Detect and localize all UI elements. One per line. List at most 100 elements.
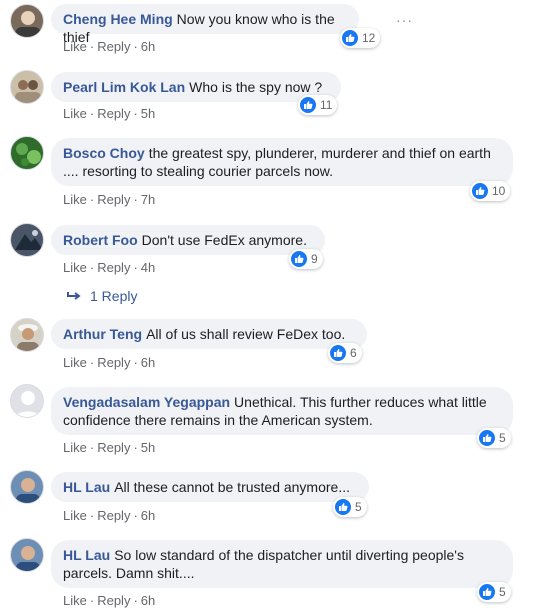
reaction-number: 10 xyxy=(492,184,506,198)
comment-bubble: Arthur Teng All of us shall review FeDex … xyxy=(51,319,367,349)
separator: · xyxy=(133,593,138,608)
like-button[interactable]: Like xyxy=(63,39,87,54)
timestamp[interactable]: 6h xyxy=(141,593,155,608)
reaction-number: 5 xyxy=(499,585,506,599)
reply-button[interactable]: Reply xyxy=(97,508,130,523)
separator: · xyxy=(89,106,95,121)
avatar[interactable] xyxy=(10,384,44,418)
reply-arrow-icon xyxy=(67,292,81,300)
reaction-number: 12 xyxy=(362,31,376,45)
separator: · xyxy=(89,593,95,608)
comment-author[interactable]: HL Lau xyxy=(63,479,110,495)
comment-text: All these cannot be trusted anymore... xyxy=(114,479,351,495)
reaction-number: 6 xyxy=(350,346,357,360)
like-button[interactable]: Like xyxy=(63,593,87,608)
avatar[interactable] xyxy=(10,538,44,572)
separator: · xyxy=(133,440,138,455)
comment-author[interactable]: Bosco Choy xyxy=(63,145,145,161)
timestamp[interactable]: 6h xyxy=(141,355,155,370)
timestamp[interactable]: 6h xyxy=(141,39,155,54)
timestamp[interactable]: 7h xyxy=(141,192,155,207)
comment-actions: Like · Reply · 6h xyxy=(63,593,155,609)
reply-button[interactable]: Reply xyxy=(97,106,130,121)
reaction-count[interactable]: 5 xyxy=(477,428,511,448)
comment-text: Don't use FedEx anymore. xyxy=(141,232,307,248)
reaction-count[interactable]: 6 xyxy=(328,343,362,363)
comment-bubble: Vengadasalam Yegappan Unethical. This fur… xyxy=(51,387,513,435)
timestamp[interactable]: 6h xyxy=(141,508,155,523)
reply-button[interactable]: Reply xyxy=(97,260,130,275)
thumbs-up-icon xyxy=(291,251,307,267)
timestamp[interactable]: 4h xyxy=(141,260,155,275)
separator: · xyxy=(133,192,138,207)
separator: · xyxy=(89,260,95,275)
replies-count: 1 Reply xyxy=(90,288,138,304)
like-button[interactable]: Like xyxy=(63,508,87,523)
thumbs-up-icon xyxy=(479,584,495,600)
comment-actions: Like · Reply · 6h xyxy=(63,508,155,524)
comment-actions: Like · Reply · 5h xyxy=(63,440,155,456)
comment-author[interactable]: Pearl Lim Kok Lan xyxy=(63,79,185,95)
avatar[interactable] xyxy=(10,136,44,170)
reaction-count[interactable]: 10 xyxy=(470,181,511,201)
reply-button[interactable]: Reply xyxy=(97,39,130,54)
comment-actions: Like · Reply · 4h xyxy=(63,260,155,276)
reaction-number: 9 xyxy=(311,252,318,266)
reaction-count[interactable]: 9 xyxy=(289,249,323,269)
separator: · xyxy=(89,355,95,370)
reply-button[interactable]: Reply xyxy=(97,593,130,608)
comment-bubble: Robert Foo Don't use FedEx anymore. xyxy=(51,225,325,255)
avatar[interactable] xyxy=(10,470,44,504)
comment-text: Who is the spy now ? xyxy=(189,79,323,95)
separator: · xyxy=(133,260,138,275)
comment-bubble: HL Lau So low standard of the dispatcher … xyxy=(51,540,513,588)
timestamp[interactable]: 5h xyxy=(141,106,155,121)
thumbs-up-icon xyxy=(472,183,488,199)
separator: · xyxy=(89,440,95,455)
separator: · xyxy=(133,106,138,121)
like-button[interactable]: Like xyxy=(63,440,87,455)
avatar[interactable] xyxy=(10,70,44,104)
reaction-count[interactable]: 5 xyxy=(333,497,367,517)
comment-bubble: HL Lau All these cannot be trusted anymor… xyxy=(51,472,369,502)
reaction-number: 5 xyxy=(499,431,506,445)
comment-bubble: Pearl Lim Kok Lan Who is the spy now ? xyxy=(51,72,341,102)
comment-actions: Like · Reply · 5h xyxy=(63,106,155,122)
like-button[interactable]: Like xyxy=(63,192,87,207)
reply-button[interactable]: Reply xyxy=(97,440,130,455)
comment-author[interactable]: Vengadasalam Yegappan xyxy=(63,394,230,410)
like-button[interactable]: Like xyxy=(63,260,87,275)
reaction-count[interactable]: 12 xyxy=(340,28,381,48)
comment-bubble: Bosco Choy the greatest spy, plunderer, m… xyxy=(51,138,513,186)
separator: · xyxy=(133,39,138,54)
comment-author[interactable]: Arthur Teng xyxy=(63,326,142,342)
comment-author[interactable]: Cheng Hee Ming xyxy=(63,11,173,27)
thumbs-up-icon xyxy=(300,97,316,113)
comment-actions: Like · Reply · 7h xyxy=(63,192,155,208)
avatar[interactable] xyxy=(10,318,44,352)
reply-button[interactable]: Reply xyxy=(97,192,130,207)
more-options-icon[interactable]: ··· xyxy=(396,12,413,28)
thumbs-up-icon xyxy=(342,30,358,46)
separator: · xyxy=(89,39,95,54)
like-button[interactable]: Like xyxy=(63,106,87,121)
comment-actions: Like · Reply · 6h xyxy=(63,39,155,55)
avatar[interactable] xyxy=(10,223,44,257)
view-replies-link[interactable]: 1 Reply xyxy=(66,288,137,304)
like-button[interactable]: Like xyxy=(63,355,87,370)
reaction-count[interactable]: 5 xyxy=(477,582,511,602)
reaction-number: 5 xyxy=(355,500,362,514)
reaction-count[interactable]: 11 xyxy=(298,95,338,115)
comment-author[interactable]: Robert Foo xyxy=(63,232,138,248)
timestamp[interactable]: 5h xyxy=(141,440,155,455)
comment-text: So low standard of the dispatcher until … xyxy=(63,547,464,581)
separator: · xyxy=(133,508,138,523)
separator: · xyxy=(89,192,95,207)
comment-bubble: Cheng Hee Ming Now you know who is the th… xyxy=(51,4,359,45)
reply-button[interactable]: Reply xyxy=(97,355,130,370)
comment-text: All of us shall review FeDex too. xyxy=(146,326,346,342)
thumbs-up-icon xyxy=(479,430,495,446)
avatar[interactable] xyxy=(10,4,44,38)
comment-author[interactable]: HL Lau xyxy=(63,547,110,563)
separator: · xyxy=(133,355,138,370)
